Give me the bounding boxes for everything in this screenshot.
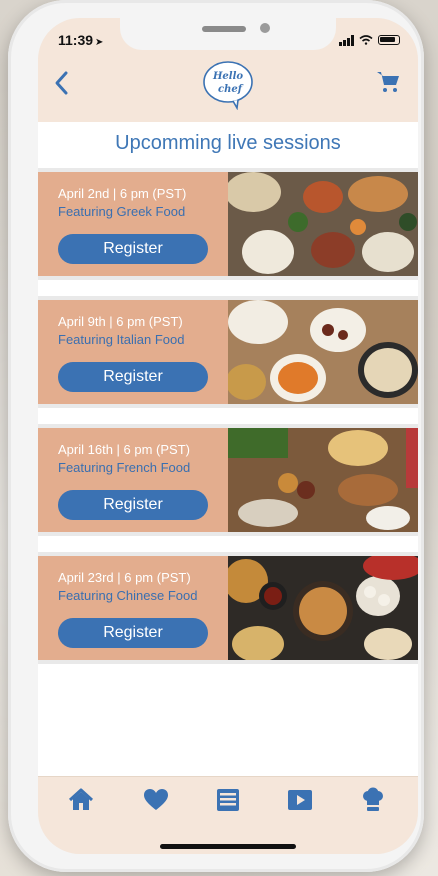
home-icon[interactable]: [68, 787, 94, 813]
chef-hat-icon[interactable]: [360, 787, 386, 813]
status-icons: [339, 33, 400, 47]
phone-frame: 11:39 ➤ Hello chef Upcomming live sessio…: [8, 0, 424, 872]
back-icon[interactable]: [52, 70, 72, 96]
session-card: April 2nd | 6 pm (PST) Featuring Greek F…: [38, 168, 418, 280]
cart-icon[interactable]: [376, 70, 400, 94]
session-date: April 23rd | 6 pm (PST): [58, 570, 191, 585]
signal-icon: [339, 34, 354, 46]
session-date: April 2nd | 6 pm (PST): [58, 186, 187, 201]
main-content: Upcomming live sessions April 2nd | 6 pm…: [38, 122, 418, 776]
logo-text-chef: chef: [218, 84, 244, 95]
list-icon[interactable]: [215, 787, 241, 813]
session-date: April 9th | 6 pm (PST): [58, 314, 183, 329]
session-card: April 16th | 6 pm (PST) Featuring French…: [38, 424, 418, 536]
session-card: April 23rd | 6 pm (PST) Featuring Chines…: [38, 552, 418, 664]
register-button[interactable]: Register: [58, 618, 208, 648]
notch: [120, 18, 336, 50]
heart-icon[interactable]: [143, 787, 169, 813]
session-feature: Featuring Greek Food: [58, 204, 186, 219]
food-photo: [228, 172, 418, 276]
page-title: Upcomming live sessions: [115, 132, 341, 154]
battery-icon: [378, 35, 400, 45]
play-icon[interactable]: [287, 787, 313, 813]
food-photo: [228, 428, 418, 532]
tab-bar: [38, 776, 418, 854]
session-card: April 9th | 6 pm (PST) Featuring Italian…: [38, 296, 418, 408]
status-time-text: 11:39: [58, 32, 94, 48]
food-photo: [228, 300, 418, 404]
register-button[interactable]: Register: [58, 362, 208, 392]
hello-chef-logo: Hello chef: [203, 61, 253, 110]
app-screen: 11:39 ➤ Hello chef Upcomming live sessio…: [38, 18, 418, 854]
location-arrow-icon: ➤: [95, 37, 104, 48]
register-button[interactable]: Register: [58, 490, 208, 520]
session-date: April 16th | 6 pm (PST): [58, 442, 190, 457]
register-button[interactable]: Register: [58, 234, 208, 264]
food-photo: [228, 556, 418, 660]
home-indicator[interactable]: [160, 844, 296, 849]
session-feature: Featuring Chinese Food: [58, 588, 198, 603]
wifi-icon: [359, 35, 373, 45]
session-feature: Featuring French Food: [58, 460, 191, 475]
session-feature: Featuring Italian Food: [58, 332, 185, 347]
status-time: 11:39 ➤: [58, 32, 103, 48]
logo-text-hello: Hello: [212, 71, 243, 82]
